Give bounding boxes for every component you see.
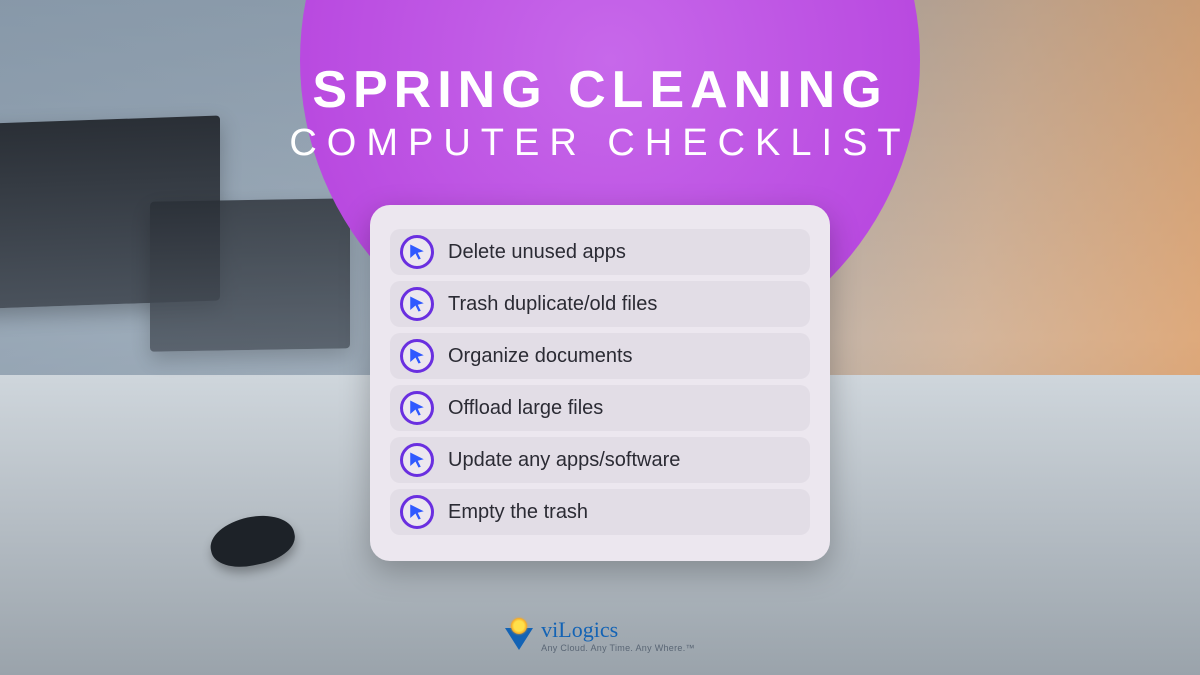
- graphic-stage: SPRING CLEANING COMPUTER CHECKLIST Delet…: [0, 0, 1200, 675]
- checklist-card: Delete unused apps Trash duplicate/old f…: [370, 205, 830, 561]
- checklist-item-label: Update any apps/software: [448, 449, 680, 472]
- heading-block: SPRING CLEANING COMPUTER CHECKLIST: [0, 60, 1200, 165]
- cursor-icon: [400, 287, 434, 321]
- background-monitor: [150, 198, 350, 351]
- checklist-item: Offload large files: [390, 385, 810, 431]
- main-title: SPRING CLEANING: [0, 60, 1200, 120]
- brand-logo: viLogics Any Cloud. Any Time. Any Where.…: [505, 619, 695, 653]
- cursor-icon: [400, 339, 434, 373]
- checklist-item: Empty the trash: [390, 489, 810, 535]
- checklist-item-label: Offload large files: [448, 397, 603, 420]
- cursor-icon: [400, 235, 434, 269]
- cursor-icon: [400, 443, 434, 477]
- brand-text: viLogics Any Cloud. Any Time. Any Where.…: [541, 619, 695, 653]
- brand-tagline: Any Cloud. Any Time. Any Where.™: [541, 644, 695, 653]
- checklist-item-label: Trash duplicate/old files: [448, 293, 657, 316]
- checklist-item: Update any apps/software: [390, 437, 810, 483]
- checklist-item-label: Organize documents: [448, 345, 633, 368]
- checklist-item: Trash duplicate/old files: [390, 281, 810, 327]
- brand-name: viLogics: [541, 619, 618, 641]
- cursor-icon: [400, 495, 434, 529]
- brand-mark-icon: [505, 622, 533, 650]
- checklist-item: Delete unused apps: [390, 229, 810, 275]
- checklist-item: Organize documents: [390, 333, 810, 379]
- footer: viLogics Any Cloud. Any Time. Any Where.…: [0, 619, 1200, 655]
- checklist-item-label: Delete unused apps: [448, 241, 626, 264]
- checklist-item-label: Empty the trash: [448, 501, 588, 524]
- subtitle: COMPUTER CHECKLIST: [0, 122, 1200, 165]
- cursor-icon: [400, 391, 434, 425]
